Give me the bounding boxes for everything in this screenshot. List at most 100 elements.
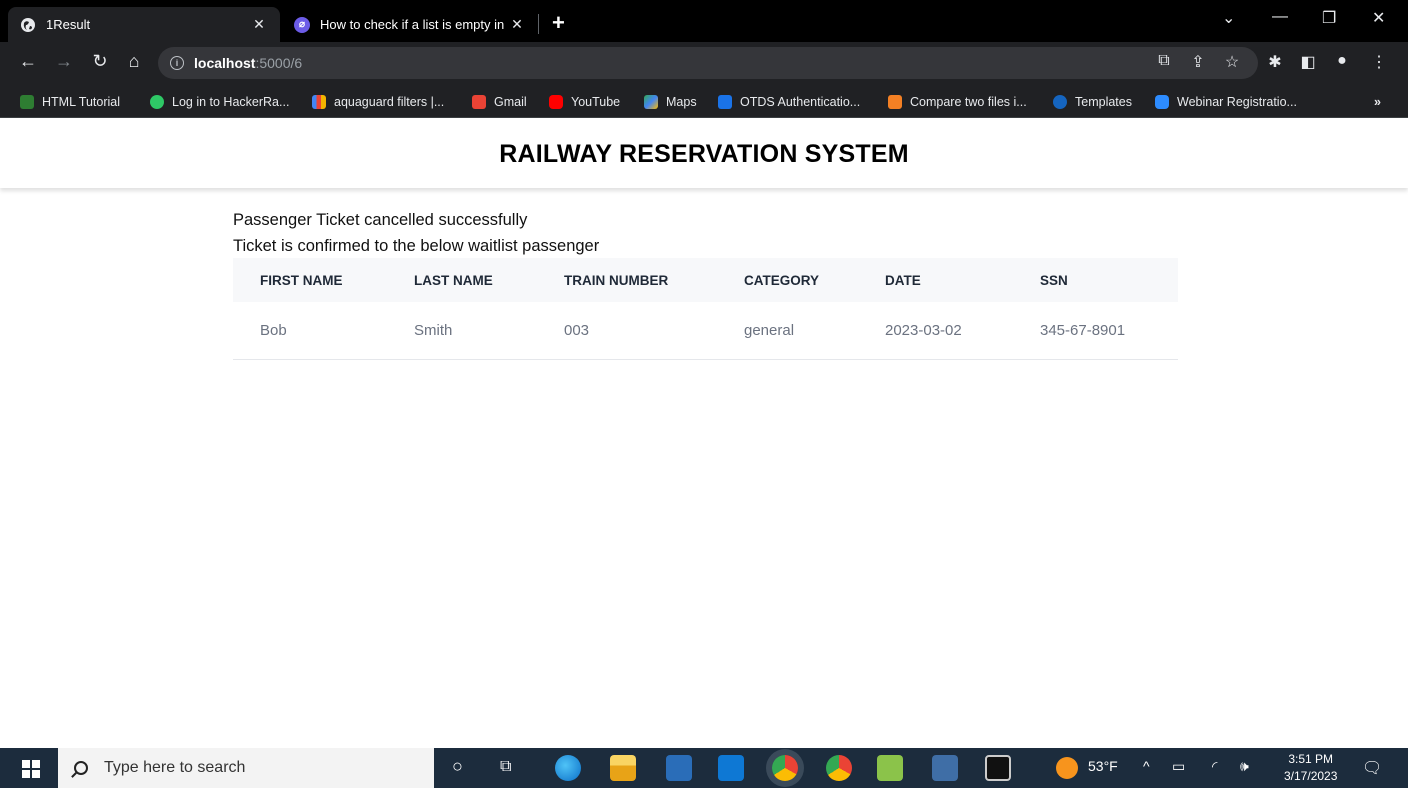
col-last-name: LAST NAME — [387, 258, 537, 302]
page-header: RAILWAY RESERVATION SYSTEM — [0, 118, 1408, 188]
gmail-icon — [472, 95, 486, 109]
minimize-icon[interactable]: — — [1272, 8, 1288, 26]
info-icon[interactable]: i — [170, 56, 184, 70]
bookmark-hackerrank[interactable]: Log in to HackerRa... — [150, 92, 289, 112]
col-ssn: SSN — [1013, 258, 1178, 302]
templates-icon — [1053, 95, 1067, 109]
cell-category: general — [717, 302, 858, 360]
file-explorer-icon[interactable] — [610, 755, 636, 781]
close-window-icon[interactable]: ✕ — [1372, 8, 1385, 28]
notepad-icon[interactable] — [877, 755, 903, 781]
edge-icon[interactable] — [555, 755, 581, 781]
cell-date: 2023-03-02 — [858, 302, 1013, 360]
page-title: RAILWAY RESERVATION SYSTEM — [499, 140, 909, 168]
otds-icon — [718, 95, 732, 109]
taskbar-search-input[interactable]: Type here to search — [58, 748, 434, 788]
close-tab-icon[interactable]: ✕ — [250, 16, 268, 33]
url-path: :5000/6 — [255, 55, 303, 71]
bookmark-star-icon[interactable]: ☆ — [1221, 52, 1243, 72]
home-icon[interactable]: ⌂ — [122, 51, 146, 72]
mail-icon[interactable] — [718, 755, 744, 781]
cell-ssn: 345-67-8901 — [1013, 302, 1178, 360]
tab-strip: 1Result ✕ ⌀ How to check if a list is em… — [0, 0, 1408, 42]
bookmark-gmail[interactable]: Gmail — [472, 92, 527, 112]
bookmark-label: Gmail — [494, 95, 527, 109]
bookmark-compare-files[interactable]: Compare two files i... — [888, 92, 1027, 112]
chrome-profile-icon[interactable] — [826, 755, 852, 781]
bookmark-label: YouTube — [571, 95, 621, 109]
close-tab-icon[interactable]: ✕ — [508, 16, 526, 33]
bookmark-label: Templates — [1075, 95, 1132, 109]
taskbar-clock[interactable]: 3:51 PM 3/17/2023 — [1284, 751, 1337, 785]
youtube-icon — [549, 95, 563, 109]
bookmark-label: OTDS Authenticatio... — [740, 95, 861, 109]
maps-icon — [644, 95, 658, 109]
passenger-table: FIRST NAME LAST NAME TRAIN NUMBER CATEGO… — [233, 258, 1178, 360]
task-view-icon[interactable]: ⧉ — [500, 758, 511, 776]
search-placeholder: Type here to search — [104, 759, 246, 776]
bookmark-html-tutorial[interactable]: HTML Tutorial — [20, 92, 120, 112]
side-panel-icon[interactable]: ◧ — [1297, 52, 1319, 72]
table-row: Bob Smith 003 general 2023-03-02 345-67-… — [233, 302, 1178, 360]
weather-icon — [1056, 757, 1078, 779]
bookmark-otds[interactable]: OTDS Authenticatio... — [718, 92, 860, 112]
store-icon[interactable] — [666, 755, 692, 781]
cell-first-name: Bob — [233, 302, 387, 360]
bookmark-aquaguard[interactable]: aquaguard filters |... — [312, 92, 444, 112]
wifi-icon[interactable]: ◜ — [1212, 758, 1217, 775]
menu-icon[interactable]: ⋮ — [1368, 52, 1390, 72]
hackerrank-icon — [150, 95, 164, 109]
bookmark-label: Webinar Registratio... — [1177, 95, 1297, 109]
address-bar[interactable]: i localhost :5000/6 — [158, 47, 1258, 79]
share-icon[interactable]: ⇪ — [1187, 52, 1209, 72]
battery-icon[interactable]: ▭ — [1172, 758, 1185, 775]
bookmark-maps[interactable]: Maps — [644, 92, 697, 112]
temperature-label[interactable]: 53°F — [1088, 758, 1118, 774]
bookmark-label: aquaguard filters |... — [334, 95, 445, 109]
table-header-row: FIRST NAME LAST NAME TRAIN NUMBER CATEGO… — [233, 258, 1178, 302]
notifications-icon[interactable]: 🗨 — [1362, 758, 1382, 778]
globe-icon — [20, 17, 36, 33]
profile-avatar-icon[interactable]: ● — [1331, 52, 1353, 70]
tab-title: 1Result — [46, 17, 91, 32]
aquaguard-icon — [312, 95, 326, 109]
tab-title: How to check if a list is empty in — [320, 17, 505, 32]
tab-divider — [538, 14, 539, 34]
bookmark-youtube[interactable]: YouTube — [549, 92, 620, 112]
extensions-icon[interactable]: ✱ — [1264, 52, 1286, 72]
forward-icon[interactable]: → — [52, 51, 76, 72]
bookmarks-bar: HTML Tutorial Log in to HackerRa... aqua… — [0, 86, 1408, 118]
tab-search-icon[interactable]: ⌄ — [1222, 8, 1235, 28]
clock-date: 3/17/2023 — [1284, 769, 1338, 783]
windows-start-icon[interactable] — [22, 760, 40, 778]
new-tab-icon[interactable]: + — [552, 10, 565, 36]
volume-icon[interactable]: 🕪 — [1240, 758, 1249, 775]
reload-icon[interactable]: ↻ — [88, 51, 112, 72]
translate-icon[interactable]: ⧉ — [1153, 52, 1175, 70]
windows-taskbar: Type here to search ○ ⧉ 53°F ^ ▭ ◜ 🕪 3:5… — [0, 748, 1408, 788]
cell-train-number: 003 — [537, 302, 717, 360]
bookmark-label: HTML Tutorial — [42, 95, 121, 109]
cancel-success-message: Passenger Ticket cancelled successfully — [233, 211, 528, 229]
col-category: CATEGORY — [717, 258, 858, 302]
tab-list-empty[interactable]: ⌀ How to check if a list is empty in ✕ — [282, 7, 538, 42]
url-host: localhost — [194, 55, 256, 71]
bookmark-label: Maps — [666, 95, 697, 109]
bookmark-label: Compare two files i... — [910, 95, 1027, 109]
w3schools-icon — [20, 95, 34, 109]
col-first-name: FIRST NAME — [233, 258, 387, 302]
tray-chevron-icon[interactable]: ^ — [1143, 758, 1150, 774]
bookmarks-overflow-icon[interactable]: » — [1374, 92, 1381, 112]
col-train-number: TRAIN NUMBER — [537, 258, 717, 302]
col-date: DATE — [858, 258, 1013, 302]
bookmark-webinar[interactable]: Webinar Registratio... — [1155, 92, 1297, 112]
terminal-icon[interactable] — [985, 755, 1011, 781]
restore-icon[interactable]: ❐ — [1322, 8, 1336, 28]
bookmark-templates[interactable]: Templates — [1053, 92, 1132, 112]
stackoverflow-icon — [888, 95, 902, 109]
mysql-workbench-icon[interactable] — [932, 755, 958, 781]
back-icon[interactable]: ← — [16, 51, 40, 72]
chrome-icon[interactable] — [772, 755, 798, 781]
cortana-icon[interactable]: ○ — [452, 756, 463, 777]
tab-1result[interactable]: 1Result ✕ — [8, 7, 280, 42]
